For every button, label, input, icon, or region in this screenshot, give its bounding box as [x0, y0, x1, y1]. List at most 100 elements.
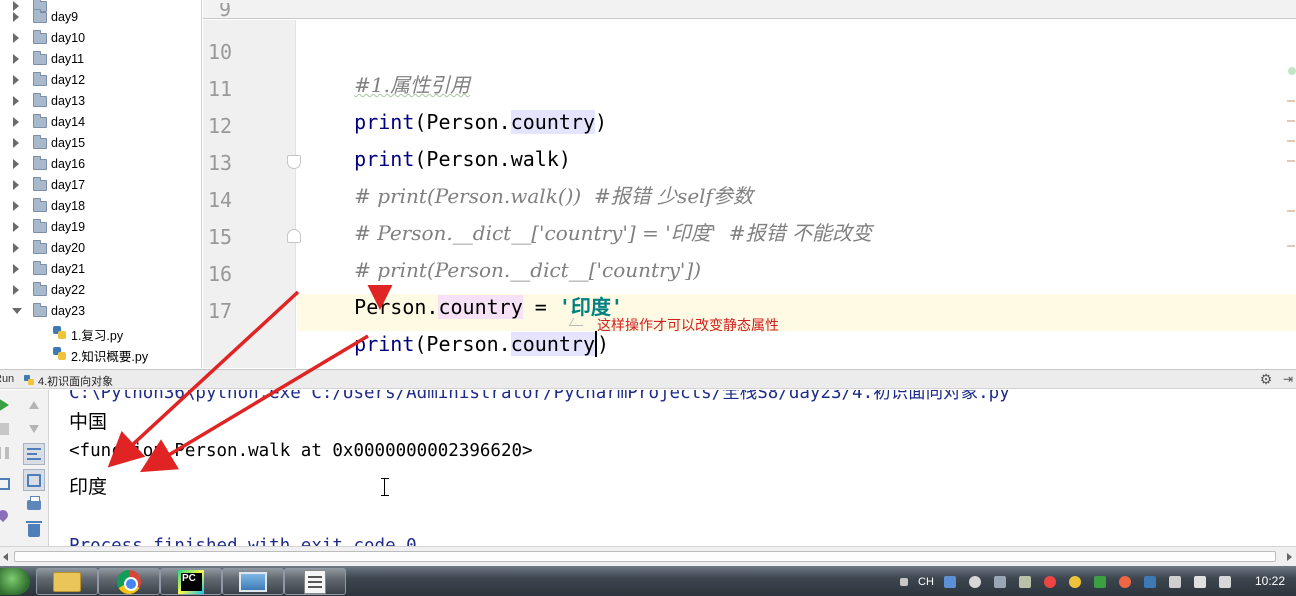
tree-folder-day13[interactable]: day13 [0, 91, 201, 112]
expand-arrow-icon[interactable] [13, 33, 19, 43]
collapse-arrow-icon[interactable] [12, 308, 22, 314]
pause-button[interactable] [0, 442, 14, 464]
tree-file-review[interactable]: 1.复习.py [0, 322, 201, 343]
speaker-icon[interactable] [1193, 576, 1206, 588]
taskbar-image-viewer[interactable] [222, 568, 284, 595]
scroll-up-button[interactable] [23, 394, 45, 416]
expand-arrow-icon[interactable] [13, 138, 19, 148]
tree-folder-day15[interactable]: day15 [0, 133, 201, 154]
tree-folder-day12[interactable]: day12 [0, 70, 201, 91]
start-button[interactable] [0, 568, 30, 595]
code-line-13[interactable]: # print(Person.walk()) #报错 少self参数 [306, 151, 753, 208]
security-icon[interactable] [1043, 576, 1056, 588]
tree-file-summary[interactable]: 2.知识概要.py [0, 343, 201, 364]
error-stripe-mark[interactable] [1287, 140, 1295, 142]
qq-icon[interactable] [1068, 576, 1081, 588]
clear-console-button[interactable] [23, 519, 45, 541]
tree-folder-day20[interactable]: day20 [0, 238, 201, 259]
gear-icon[interactable]: ⚙ [1258, 372, 1274, 387]
tree-folder-day9[interactable]: day9 [0, 7, 201, 28]
tree-folder-day16[interactable]: day16 [0, 154, 201, 175]
expand-arrow-icon[interactable] [13, 75, 19, 85]
tree-folder-day21[interactable]: day21 [0, 259, 201, 280]
taskbar-pycharm[interactable] [160, 568, 222, 595]
fold-toggle-icon[interactable] [287, 155, 301, 169]
scroll-left-icon[interactable] [3, 553, 8, 561]
expand-arrow-icon[interactable] [13, 54, 19, 64]
line-number-gutter[interactable]: 10 11 12 13 14 15 16 17 [203, 20, 296, 368]
code-line-16[interactable]: Person.country = '印度' [306, 262, 623, 319]
tree-folder-day18[interactable]: day18 [0, 196, 201, 217]
code-editor[interactable]: 9 10 11 12 13 14 15 16 17 #1.属性引用 print(… [203, 0, 1296, 368]
ime-indicator[interactable]: CH [918, 576, 934, 588]
expand-arrow-icon[interactable] [13, 117, 19, 127]
tree-folder-day17[interactable]: day17 [0, 175, 201, 196]
code-line-15[interactable]: # print(Person.__dict__['country']) [306, 225, 701, 282]
soft-wrap-toggle[interactable] [23, 443, 45, 465]
battery-icon[interactable] [1018, 576, 1031, 588]
scroll-right-icon[interactable] [1287, 553, 1292, 561]
error-stripe-mark[interactable] [1287, 210, 1295, 212]
expand-arrow-icon[interactable] [13, 264, 19, 274]
error-stripe-mark[interactable] [1287, 120, 1295, 122]
taskbar-notepad[interactable] [284, 568, 346, 595]
settings-tray-icon[interactable] [993, 576, 1006, 588]
expand-arrow-icon[interactable] [13, 12, 19, 22]
scrollbar-thumb[interactable] [14, 551, 1276, 562]
print-button[interactable] [23, 494, 45, 516]
inspection-ok-icon[interactable] [1288, 67, 1296, 75]
pin-tab-button[interactable] [0, 504, 14, 526]
help-icon[interactable] [968, 576, 981, 588]
image-viewer-icon [239, 571, 267, 592]
code-line-14[interactable]: # Person.__dict__['country'] = '印度' #报错 … [306, 188, 872, 245]
alert-tray-icon[interactable] [1118, 576, 1131, 588]
expand-arrow-icon[interactable] [13, 96, 19, 106]
line-number: 11 [208, 77, 233, 101]
expand-arrow-icon[interactable] [13, 285, 19, 295]
tree-folder-day22[interactable]: day22 [0, 280, 201, 301]
scroll-to-end-toggle[interactable] [23, 469, 45, 491]
python-file-icon [53, 326, 66, 339]
tree-folder-day19[interactable]: day19 [0, 217, 201, 238]
tray-chevron-icon[interactable] [900, 578, 908, 586]
keyboard-icon[interactable] [943, 576, 956, 588]
rerun-button[interactable] [0, 394, 14, 416]
stop-button[interactable] [0, 418, 14, 440]
error-stripe-mark[interactable] [1287, 160, 1295, 162]
wifi-icon[interactable] [1218, 576, 1231, 588]
expand-arrow-icon[interactable] [13, 222, 19, 232]
tree-folder-day23[interactable]: day23 [0, 301, 201, 322]
expand-arrow-icon[interactable] [13, 180, 19, 190]
windows-taskbar: CH 10:22 [0, 566, 1296, 596]
error-stripe-mark[interactable] [1287, 100, 1295, 102]
tree-folder-label: day12 [51, 73, 86, 87]
run-console[interactable]: C:\Python36\python.exe C:/Users/Administ… [50, 390, 1296, 546]
hide-panel-icon[interactable]: ⇥ [1283, 372, 1296, 387]
run-config-tab[interactable]: 4.初识面向对象 [38, 373, 113, 389]
code-line-17[interactable]: print(Person.country) [306, 299, 609, 357]
restore-layout-button[interactable] [0, 473, 14, 495]
taskbar-explorer[interactable] [36, 568, 98, 595]
code-line-10[interactable]: #1.属性引用 [306, 40, 470, 97]
error-stripe-mark[interactable] [1287, 245, 1295, 247]
expand-arrow-icon[interactable] [13, 243, 19, 253]
expand-arrow-icon[interactable] [13, 201, 19, 211]
folder-icon [33, 114, 47, 128]
scroll-down-button[interactable] [23, 418, 45, 440]
python-file-icon [53, 347, 66, 360]
taskbar-clock[interactable]: 10:22 [1255, 574, 1285, 588]
code-line-11[interactable]: print(Person.country) [306, 77, 607, 134]
expand-arrow-icon[interactable] [13, 159, 19, 169]
code-line-12[interactable]: print(Person.walk) [306, 114, 571, 171]
bluetooth-icon[interactable] [1143, 576, 1156, 588]
tree-folder-label: day17 [51, 178, 86, 192]
device-icon[interactable] [1168, 576, 1181, 588]
tree-folder-day10[interactable]: day10 [0, 28, 201, 49]
network-tray-icon[interactable] [1093, 576, 1106, 588]
tree-folder-day11[interactable]: day11 [0, 49, 201, 70]
taskbar-chrome[interactable] [98, 568, 160, 595]
fold-toggle-icon[interactable] [287, 229, 301, 243]
console-horizontal-scrollbar[interactable] [0, 546, 1296, 566]
tree-folder-day14[interactable]: day14 [0, 112, 201, 133]
editor-error-stripe[interactable] [1286, 20, 1296, 368]
